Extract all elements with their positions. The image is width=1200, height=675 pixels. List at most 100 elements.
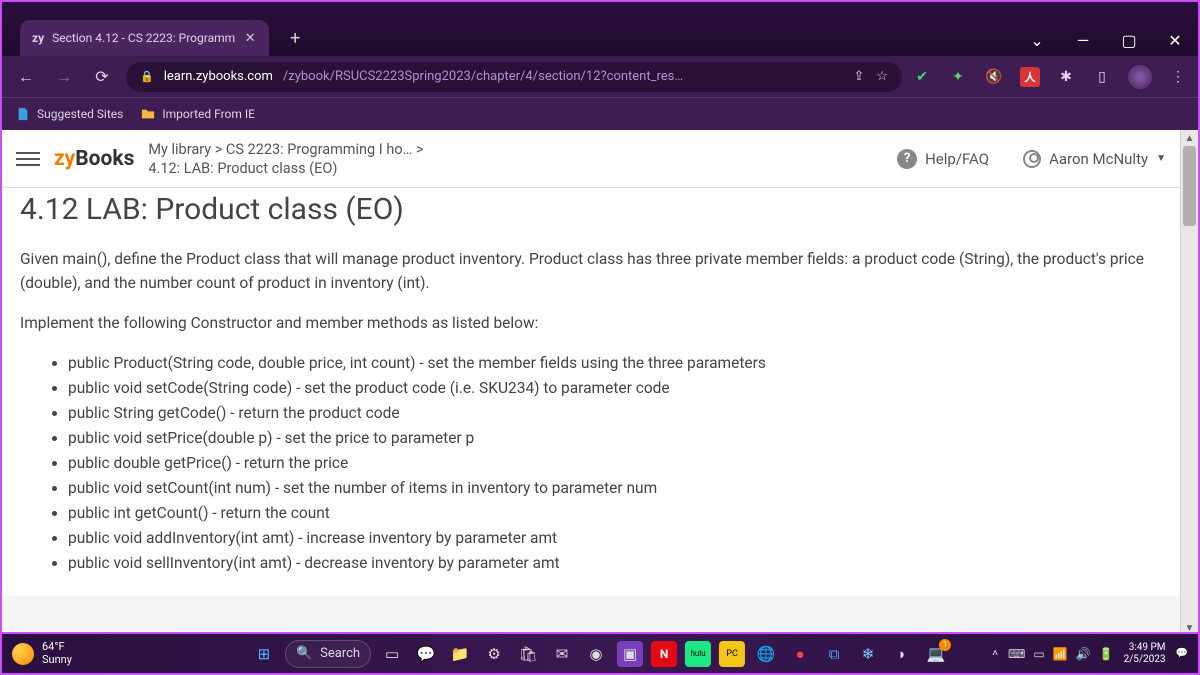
- folder-icon: [141, 107, 155, 121]
- weather-temp: 64°F: [42, 641, 72, 653]
- window-controls: ⌄ — ▢ ✕: [1014, 24, 1198, 56]
- mute-icon[interactable]: 🔇: [984, 67, 1004, 87]
- zybooks-logo[interactable]: zyBooks: [54, 147, 134, 171]
- minimize-button[interactable]: —: [1060, 24, 1106, 56]
- notifications-icon[interactable]: 💬: [1176, 648, 1188, 659]
- netflix-icon[interactable]: N: [651, 641, 677, 667]
- window-titlebar: zy Section 4.12 - CS 2223: Programm ✕ + …: [2, 2, 1198, 56]
- taskbar-search[interactable]: 🔍 Search: [285, 640, 371, 668]
- tab-title: Section 4.12 - CS 2223: Programm: [52, 31, 235, 45]
- sun-icon: [12, 643, 34, 665]
- scroll-up-icon[interactable]: ▲: [1181, 130, 1198, 146]
- list-item: public int getCount() - return the count: [68, 501, 1162, 525]
- bookmarks-bar: Suggested Sites Imported From IE: [2, 98, 1198, 130]
- file-explorer-icon[interactable]: 📁: [447, 641, 473, 667]
- chevron-down-icon[interactable]: ⌄: [1014, 24, 1060, 56]
- vscode-icon[interactable]: ⧉: [821, 641, 847, 667]
- app-icon[interactable]: ◗: [889, 641, 915, 667]
- close-window-button[interactable]: ✕: [1152, 24, 1198, 56]
- pdf-extension-icon[interactable]: 人: [1020, 67, 1040, 87]
- bookmark-imported-from-ie[interactable]: Imported From IE: [141, 107, 255, 121]
- list-item: public void addInventory(int amt) - incr…: [68, 526, 1162, 550]
- keyboard-icon[interactable]: ⌨: [1008, 647, 1025, 661]
- breadcrumb[interactable]: My library > CS 2223: Programming I ho… …: [148, 141, 423, 177]
- url-domain: learn.zybooks.com: [164, 69, 273, 84]
- bookmark-label: Suggested Sites: [37, 107, 123, 121]
- chevron-down-icon: ▼: [1156, 153, 1166, 164]
- task-view-icon[interactable]: ▭: [379, 641, 405, 667]
- forward-button[interactable]: →: [50, 63, 78, 91]
- lock-icon: 🔒: [140, 70, 154, 83]
- weather-condition: Sunny: [42, 654, 72, 666]
- hamburger-menu-icon[interactable]: [16, 152, 40, 166]
- weather-widget[interactable]: 64°F Sunny: [12, 641, 72, 665]
- page-icon: [16, 107, 30, 121]
- list-item: public Product(String code, double price…: [68, 351, 1162, 375]
- paragraph: Implement the following Constructor and …: [20, 311, 1162, 335]
- list-item: public void setPrice(double p) - set the…: [68, 426, 1162, 450]
- hulu-icon[interactable]: hulu: [685, 641, 711, 667]
- app-icon[interactable]: ●: [787, 641, 813, 667]
- extensions-puzzle-icon[interactable]: ✱: [1056, 67, 1076, 87]
- tab-favicon: zy: [32, 31, 44, 45]
- page-viewport: zyBooks My library > CS 2223: Programmin…: [2, 130, 1198, 636]
- zybooks-header: zyBooks My library > CS 2223: Programmin…: [2, 130, 1180, 188]
- share-icon[interactable]: ⇪: [853, 69, 864, 84]
- reload-button[interactable]: ⟳: [88, 63, 116, 91]
- lab-content: 4.12 LAB: Product class (EO) Given main(…: [2, 188, 1180, 596]
- app-icon[interactable]: PC: [719, 641, 745, 667]
- wifi-icon[interactable]: 📶: [1053, 647, 1068, 661]
- breadcrumb-current: 4.12: LAB: Product class (EO): [148, 160, 423, 177]
- app-icon[interactable]: 🌐: [753, 641, 779, 667]
- list-item: public void setCode(String code) - set t…: [68, 376, 1162, 400]
- help-faq-link[interactable]: ? Help/FAQ: [897, 149, 989, 169]
- browser-toolbar: ← → ⟳ 🔒 learn.zybooks.com/zybook/RSUCS22…: [2, 56, 1198, 98]
- list-item: public String getCode() - return the pro…: [68, 401, 1162, 425]
- chevron-up-icon[interactable]: ˄: [992, 648, 998, 659]
- date-text: 2/5/2023: [1124, 654, 1166, 666]
- windows-taskbar: 64°F Sunny ⊞ 🔍 Search ▭ 💬 📁 ⚙ 🛍 ✉ ◉ ▣ N …: [2, 632, 1198, 673]
- clock[interactable]: 3:49 PM 2/5/2023: [1124, 642, 1166, 666]
- start-button[interactable]: ⊞: [251, 641, 277, 667]
- system-tray: ˄ ⌨ ▭ 📶 🔊 🔋 3:49 PM 2/5/2023 💬: [992, 642, 1188, 666]
- method-list: public Product(String code, double price…: [20, 351, 1162, 575]
- settings-icon[interactable]: ⚙: [481, 641, 507, 667]
- bookmark-label: Imported From IE: [162, 107, 255, 121]
- list-item: public void setCount(int num) - set the …: [68, 476, 1162, 500]
- app-icon[interactable]: ▣: [617, 641, 643, 667]
- app-icon[interactable]: 💻1: [923, 641, 949, 667]
- time-text: 3:49 PM: [1129, 642, 1166, 654]
- chat-icon[interactable]: 💬: [413, 641, 439, 667]
- display-icon[interactable]: ▭: [1033, 647, 1044, 661]
- snowflake-icon[interactable]: ❄: [855, 641, 881, 667]
- list-item: public double getPrice() - return the pr…: [68, 451, 1162, 475]
- user-menu[interactable]: Aaron McNulty ▼: [1023, 150, 1166, 168]
- breadcrumb-path: My library > CS 2223: Programming I ho… …: [148, 141, 423, 158]
- url-path: /zybook/RSUCS2223Spring2023/chapter/4/se…: [283, 69, 683, 84]
- page-title: 4.12 LAB: Product class (EO): [20, 192, 1162, 227]
- vertical-scrollbar[interactable]: ▲ ▼: [1180, 130, 1198, 636]
- tab-close-icon[interactable]: ✕: [243, 31, 257, 45]
- chrome-icon[interactable]: ◉: [583, 641, 609, 667]
- store-icon[interactable]: 🛍: [515, 641, 541, 667]
- new-tab-button[interactable]: +: [281, 24, 309, 52]
- scrollbar-thumb[interactable]: [1183, 146, 1196, 226]
- reading-list-icon[interactable]: ▯: [1092, 67, 1112, 87]
- volume-icon[interactable]: 🔊: [1076, 647, 1091, 661]
- menu-dots-icon[interactable]: ⋮: [1168, 67, 1188, 87]
- bookmark-star-icon[interactable]: ☆: [876, 69, 888, 84]
- browser-tab[interactable]: zy Section 4.12 - CS 2223: Programm ✕: [20, 20, 269, 56]
- address-bar[interactable]: 🔒 learn.zybooks.com/zybook/RSUCS2223Spri…: [126, 62, 902, 92]
- maximize-button[interactable]: ▢: [1106, 24, 1152, 56]
- profile-avatar[interactable]: [1128, 65, 1152, 89]
- taskbar-center: ⊞ 🔍 Search ▭ 💬 📁 ⚙ 🛍 ✉ ◉ ▣ N hulu PC 🌐 ●…: [251, 640, 949, 668]
- bookmark-suggested-sites[interactable]: Suggested Sites: [16, 107, 123, 121]
- mail-icon[interactable]: ✉: [549, 641, 575, 667]
- battery-icon[interactable]: 🔋: [1099, 647, 1114, 661]
- paragraph: Given main(), define the Product class t…: [20, 247, 1162, 295]
- user-icon: [1023, 150, 1041, 168]
- extension-icon[interactable]: ✦: [948, 67, 968, 87]
- shield-icon[interactable]: ✔: [912, 67, 932, 87]
- question-icon: ?: [897, 149, 917, 169]
- back-button[interactable]: ←: [12, 63, 40, 91]
